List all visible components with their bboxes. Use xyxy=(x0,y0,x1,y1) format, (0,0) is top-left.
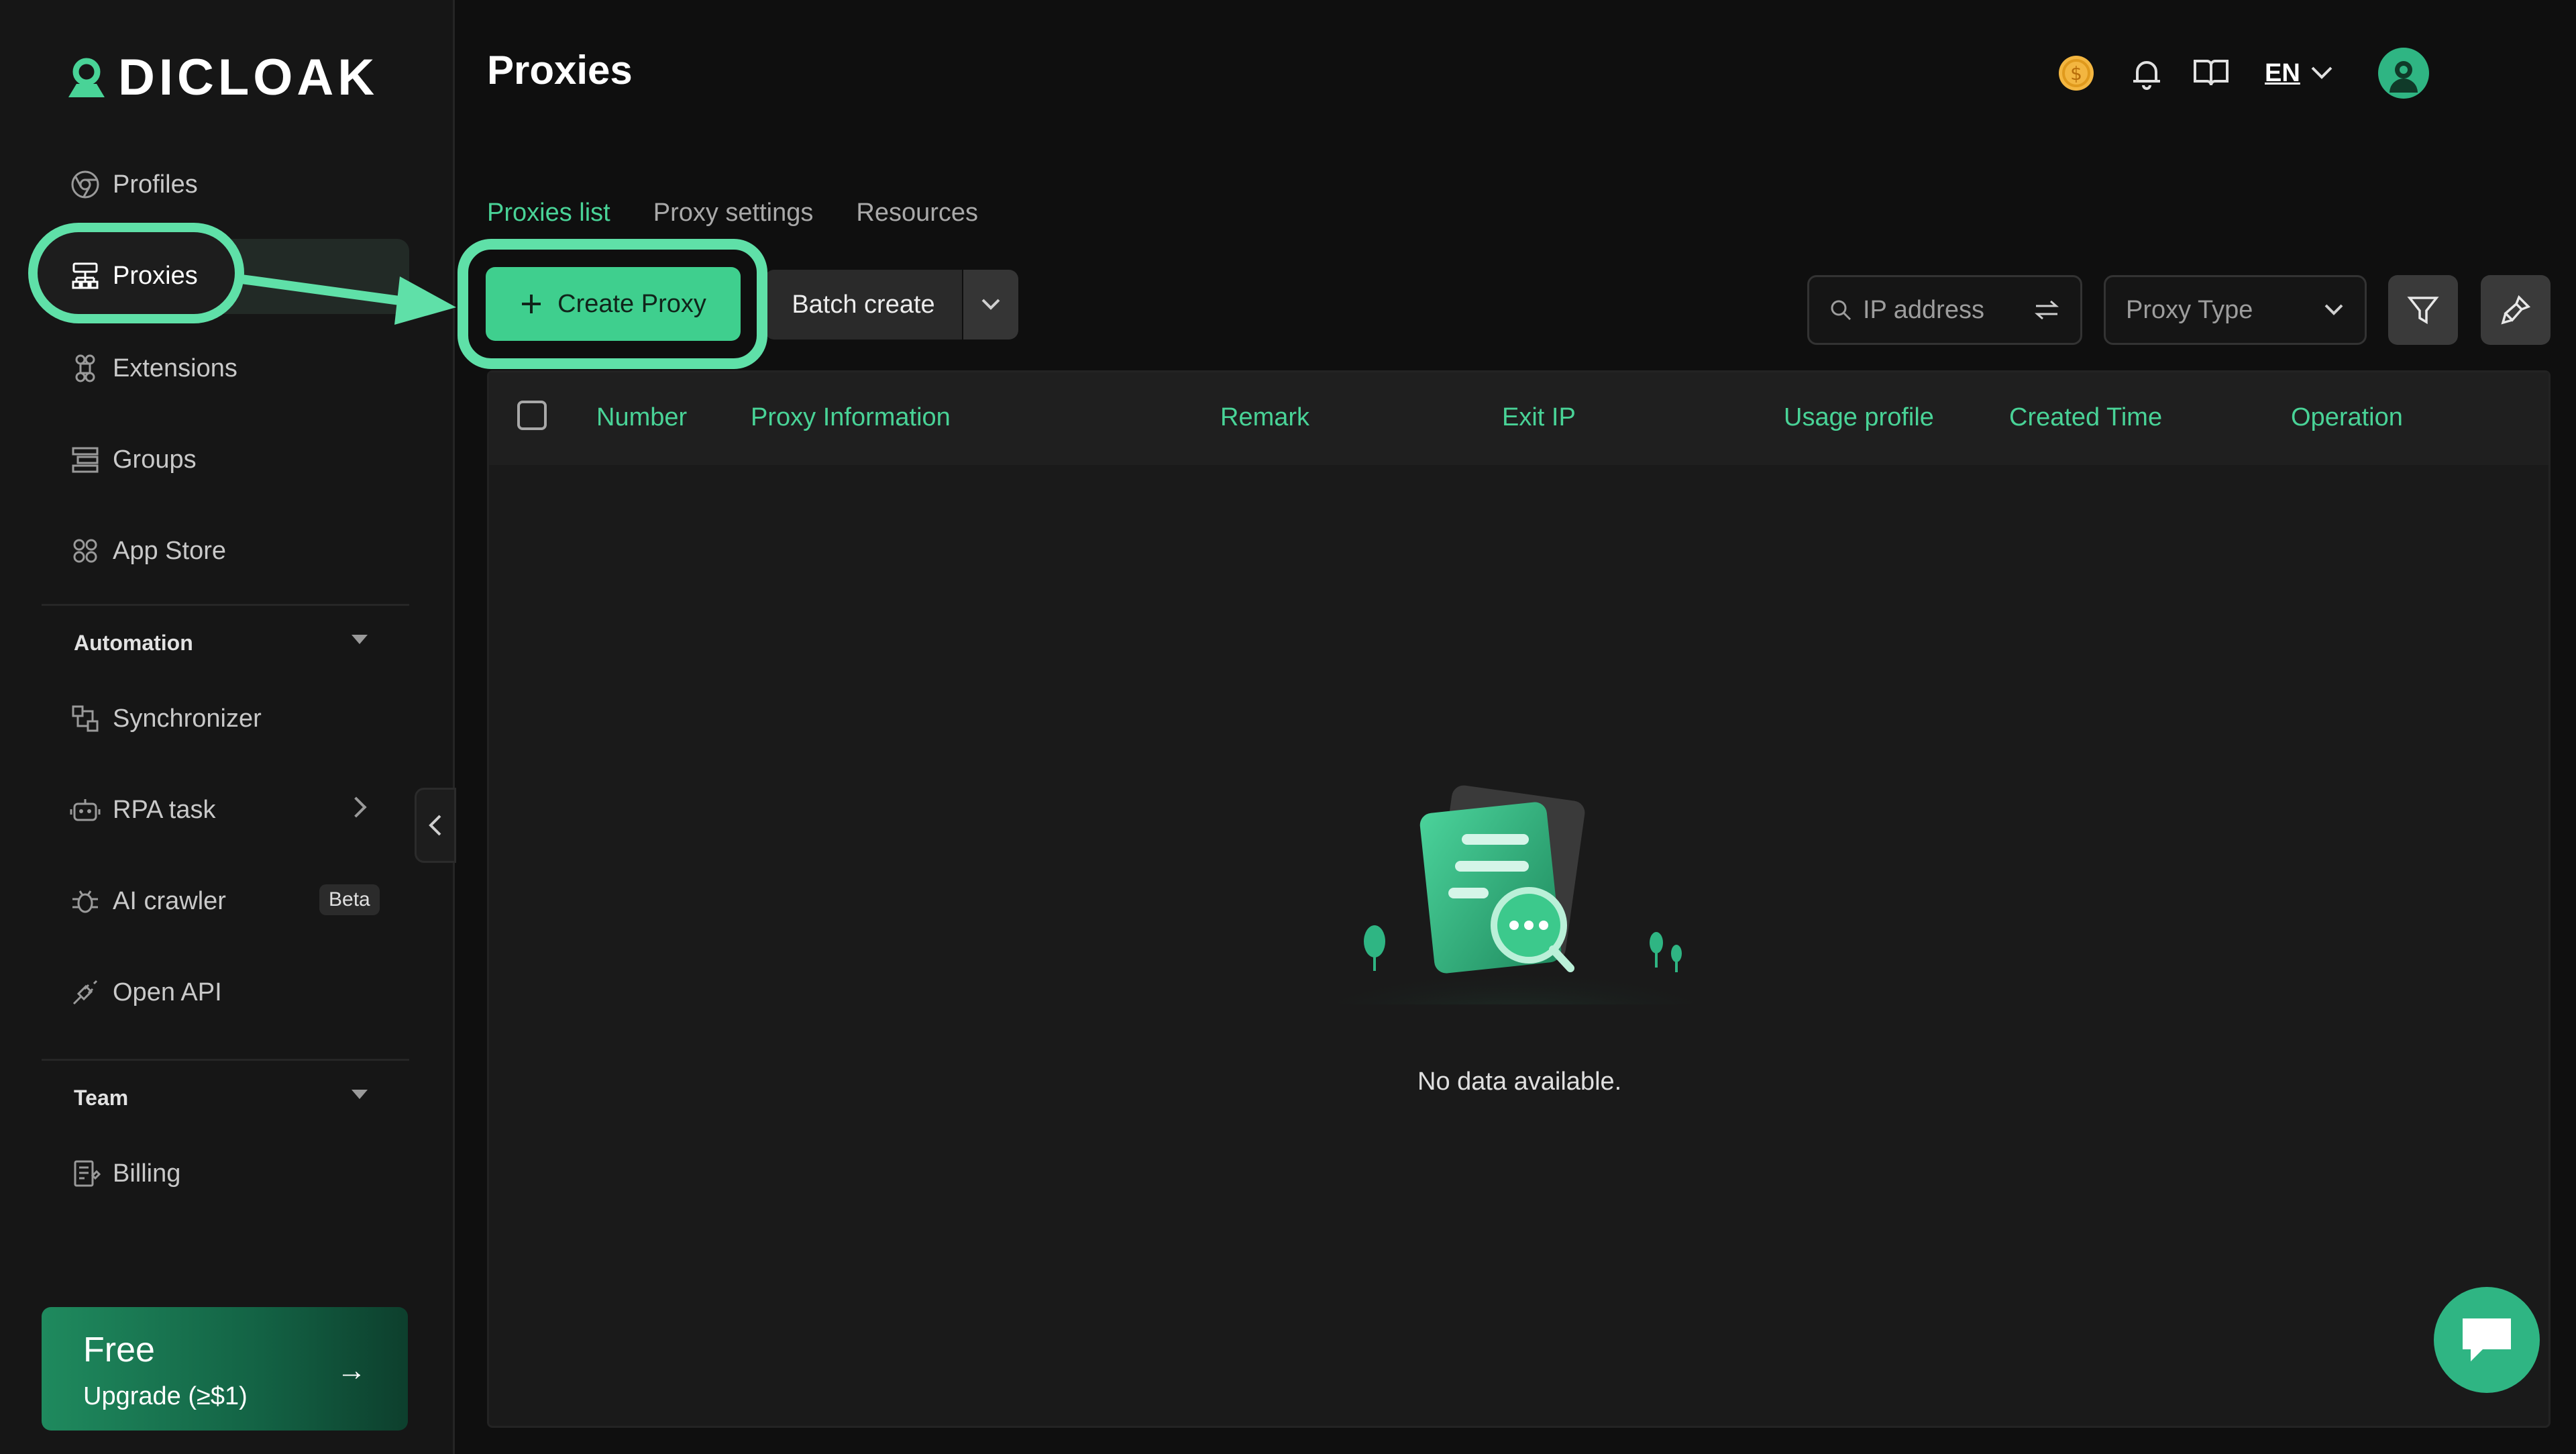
sidebar: DICLOAK Profiles Proxies Extensions Grou… xyxy=(0,0,455,1454)
chrome-icon xyxy=(71,170,99,199)
sidebar-item-profiles[interactable]: Profiles xyxy=(70,161,198,208)
command-icon xyxy=(75,354,95,382)
arrow-right-icon: → xyxy=(337,1354,366,1387)
proxy-type-select[interactable]: Proxy Type xyxy=(2104,275,2367,345)
tab-resources[interactable]: Resources xyxy=(856,199,978,227)
tab-bar: Proxies list Proxy settings Resources xyxy=(487,199,978,227)
sidebar-item-label: Profiles xyxy=(113,170,198,199)
app-store-icon xyxy=(73,539,97,563)
beta-badge: Beta xyxy=(319,884,380,915)
table-header: Number Proxy Information Remark Exit IP … xyxy=(489,372,2548,465)
caret-down-icon[interactable] xyxy=(352,635,368,644)
docs-button[interactable] xyxy=(2191,50,2231,97)
chevron-down-icon xyxy=(2324,304,2343,315)
upgrade-card[interactable]: Free Upgrade (≥$1) → xyxy=(42,1307,408,1431)
sidebar-collapse-button[interactable] xyxy=(415,788,456,863)
batch-create-button[interactable]: Batch create xyxy=(765,270,962,340)
brand-name: DICLOAK xyxy=(118,49,379,106)
sidebar-item-rpa-task[interactable]: RPA task xyxy=(70,786,215,833)
chevron-down-icon xyxy=(2311,66,2332,79)
sidebar-item-extensions[interactable]: Extensions xyxy=(70,345,237,392)
coins-button[interactable]: $ xyxy=(2053,50,2100,97)
sync-icon xyxy=(72,705,99,732)
column-header-number[interactable]: Number xyxy=(596,403,687,432)
column-header-proxy-information[interactable]: Proxy Information xyxy=(751,403,951,432)
sidebar-item-billing[interactable]: Billing xyxy=(70,1150,180,1197)
sidebar-item-label: Proxies xyxy=(113,261,198,290)
support-chat-button[interactable] xyxy=(2434,1287,2540,1393)
coin-icon: $ xyxy=(2059,56,2094,91)
chevron-right-icon xyxy=(345,796,367,818)
page-title: Proxies xyxy=(487,48,633,93)
automation-section-title[interactable]: Automation xyxy=(74,631,193,656)
search-placeholder: IP address xyxy=(1863,295,1984,324)
svg-text:$: $ xyxy=(2070,62,2082,85)
sidebar-item-ai-crawler[interactable]: AI crawler xyxy=(70,878,226,925)
column-header-exit-ip[interactable]: Exit IP xyxy=(1502,403,1576,432)
select-all-checkbox[interactable] xyxy=(517,401,547,430)
filter-button[interactable] xyxy=(2388,275,2458,345)
billing-icon xyxy=(74,1160,101,1187)
upgrade-label: Upgrade (≥$1) xyxy=(83,1382,248,1410)
proxy-type-placeholder: Proxy Type xyxy=(2126,295,2253,324)
plus-icon xyxy=(522,295,541,313)
plan-name: Free xyxy=(83,1331,155,1369)
brand-logo[interactable]: DICLOAK xyxy=(63,48,378,107)
bug-icon xyxy=(72,890,98,913)
sidebar-item-label: Extensions xyxy=(113,354,237,382)
clear-button[interactable] xyxy=(2481,275,2551,345)
chevron-left-icon xyxy=(429,815,441,836)
sidebar-item-proxies[interactable]: Proxies xyxy=(70,252,198,299)
sidebar-item-synchronizer[interactable]: Synchronizer xyxy=(70,695,262,742)
language-selector[interactable]: EN xyxy=(2265,50,2334,97)
column-header-created-time[interactable]: Created Time xyxy=(2009,403,2162,432)
ip-search-input[interactable]: IP address xyxy=(1807,275,2082,345)
chat-icon xyxy=(2463,1318,2511,1361)
sidebar-item-label: Billing xyxy=(113,1159,181,1188)
chevron-down-icon xyxy=(981,299,1000,310)
sidebar-divider xyxy=(42,1059,409,1061)
sidebar-item-groups[interactable]: Groups xyxy=(70,436,197,483)
avatar-icon xyxy=(2378,48,2429,99)
sidebar-item-label: RPA task xyxy=(113,795,216,824)
search-icon xyxy=(1831,300,1851,321)
batch-create-dropdown[interactable] xyxy=(963,270,1018,340)
sidebar-item-label: AI crawler xyxy=(113,886,226,915)
caret-down-icon[interactable] xyxy=(352,1090,368,1099)
create-proxy-label: Create Proxy xyxy=(557,289,706,318)
annotation-arrow xyxy=(241,274,456,325)
robot-icon xyxy=(70,799,101,821)
column-header-operation[interactable]: Operation xyxy=(2291,403,2403,432)
user-avatar[interactable] xyxy=(2376,48,2431,99)
sidebar-item-open-api[interactable]: Open API xyxy=(70,969,222,1016)
brush-icon xyxy=(2501,295,2531,325)
empty-state-text: No data available. xyxy=(1417,1068,1622,1096)
column-header-usage-profile[interactable]: Usage profile xyxy=(1784,403,1934,432)
sidebar-item-label: Groups xyxy=(113,445,197,474)
sidebar-item-label: App Store xyxy=(113,536,226,565)
column-header-remark[interactable]: Remark xyxy=(1220,403,1309,432)
sidebar-item-app-store[interactable]: App Store xyxy=(70,527,226,574)
sidebar-item-label: Open API xyxy=(113,978,222,1006)
network-icon xyxy=(72,262,99,289)
sidebar-divider xyxy=(42,604,409,606)
tab-proxies-list[interactable]: Proxies list xyxy=(487,199,610,227)
sidebar-item-label: Synchronizer xyxy=(113,704,262,733)
notifications-button[interactable] xyxy=(2128,50,2165,97)
groups-icon xyxy=(72,447,99,473)
plug-icon xyxy=(72,980,98,1005)
swap-icon[interactable] xyxy=(2033,299,2060,321)
language-label: EN xyxy=(2265,58,2300,87)
empty-state-illustration xyxy=(1314,785,1717,1004)
proxies-table: Number Proxy Information Remark Exit IP … xyxy=(487,370,2551,1428)
create-proxy-button[interactable]: Create Proxy xyxy=(486,267,741,341)
bell-icon xyxy=(2133,61,2160,90)
tab-proxy-settings[interactable]: Proxy settings xyxy=(653,199,814,227)
team-section-title[interactable]: Team xyxy=(74,1086,128,1110)
filter-icon xyxy=(2407,297,2439,325)
logo-icon xyxy=(68,58,105,97)
book-icon xyxy=(2194,60,2229,86)
